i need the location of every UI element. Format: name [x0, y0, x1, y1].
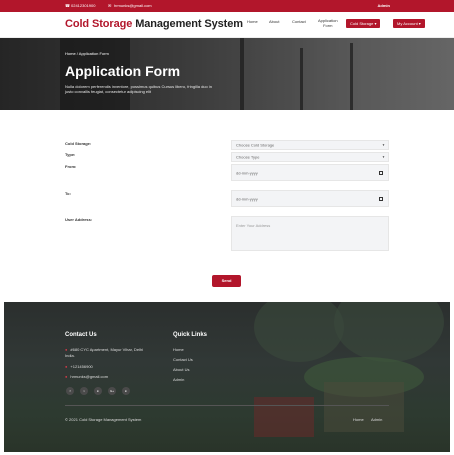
footer-bg-tractor	[254, 397, 314, 437]
nav-application-form[interactable]: Application Form	[318, 18, 338, 28]
hero-description: Nulla dolorem perferendis inventore, pos…	[65, 84, 212, 94]
top-email-text: hrmunks@gmail.com	[114, 3, 152, 8]
footer-bottom-home[interactable]: Home	[353, 417, 364, 422]
phone-icon: ☎	[65, 2, 70, 8]
mail-icon: ●	[65, 374, 68, 379]
user-address-placeholder: Enter Your Address	[236, 223, 271, 228]
top-email[interactable]: ✉ hrmunks@gmail.com	[108, 3, 152, 8]
footer-bg-tree	[254, 302, 344, 362]
footer-link-admin[interactable]: Admin	[173, 377, 184, 382]
twitter-icon[interactable]: t	[80, 387, 88, 395]
page-title: Application Form	[65, 63, 181, 79]
brand-part-2: Management System	[135, 18, 243, 30]
send-button[interactable]: Send	[212, 275, 241, 287]
brand-logo[interactable]: Cold Storage Management System	[65, 18, 243, 30]
hero-banner: Home / Application Form Application Form…	[0, 38, 454, 110]
calendar-icon[interactable]	[379, 170, 383, 175]
navbar: Cold Storage Management System Home Abou…	[0, 12, 454, 38]
footer-email[interactable]: ● hrmunks@gmail.com	[65, 374, 108, 379]
footer-address-line1: #680 CYC Apartment, Mayur Vihar, Delhi	[70, 347, 144, 352]
footer-address: ● #680 CYC Apartment, Mayur Vihar, Delhi	[65, 347, 143, 352]
from-date-input[interactable]: dd-mm-yyyy	[231, 164, 389, 181]
type-select[interactable]: Choose Type ▼	[231, 152, 389, 162]
type-label: Type:	[65, 152, 76, 157]
user-address-textarea[interactable]: Enter Your Address	[231, 216, 389, 251]
user-address-label: User Address:	[65, 217, 93, 222]
page: ☎ 02412301900 ✉ hrmunks@gmail.com Admin …	[0, 0, 454, 455]
footer-bottom-admin[interactable]: Admin	[371, 417, 382, 422]
mail-icon: ✉	[108, 2, 112, 8]
from-date-value: dd-mm-yyyy	[236, 170, 258, 175]
footer-link-contact[interactable]: Contact Us	[173, 357, 193, 362]
facebook-icon[interactable]: f	[66, 387, 74, 395]
cold-storage-label: Cold Storage:	[65, 141, 92, 146]
nav-about[interactable]: About	[269, 19, 279, 24]
nav-home[interactable]: Home	[247, 19, 258, 24]
breadcrumb: Home / Application Form	[65, 51, 109, 56]
top-phone-text: 02412301900	[71, 3, 96, 8]
my-account-dropdown-button[interactable]: My Account ▾	[393, 19, 425, 28]
cold-storage-select-value: Choose Cold Storage	[236, 142, 275, 148]
nav-application-line2: Form	[323, 23, 333, 28]
brand-part-1: Cold Storage	[65, 18, 133, 30]
type-select-value: Choose Type	[236, 154, 260, 160]
footer-contact-heading: Contact Us	[65, 332, 97, 338]
to-label: To:	[65, 191, 71, 196]
footer-address-line2: India.	[65, 353, 75, 358]
footer-link-home[interactable]: Home	[173, 347, 184, 352]
chevron-down-icon: ▼	[382, 143, 385, 147]
to-date-input[interactable]: dd-mm-yyyy	[231, 190, 389, 207]
top-bar: ☎ 02412301900 ✉ hrmunks@gmail.com Admin	[0, 0, 454, 12]
google-plus-icon[interactable]: G+	[108, 387, 116, 395]
location-icon: ●	[65, 347, 68, 352]
cold-storage-select[interactable]: Choose Cold Storage ▼	[231, 140, 389, 150]
to-date-value: dd-mm-yyyy	[236, 196, 258, 201]
linkedin-icon[interactable]: in	[122, 387, 130, 395]
top-admin-link[interactable]: Admin	[378, 3, 390, 8]
footer-link-about[interactable]: About Us	[173, 367, 189, 372]
nav-contact[interactable]: Contact	[292, 19, 306, 24]
footer-bg-tree	[334, 302, 444, 362]
footer-phone[interactable]: ● +121456900	[65, 364, 93, 369]
footer-quick-links-heading: Quick Links	[173, 332, 208, 338]
phone-icon: ●	[65, 364, 68, 369]
top-phone[interactable]: ☎ 02412301900	[65, 3, 95, 8]
from-label: From:	[65, 164, 77, 169]
footer-phone-text: +121456900	[70, 364, 93, 369]
copyright: © 2021 Cold Storage Management System	[65, 417, 142, 422]
instagram-icon[interactable]: in	[94, 387, 102, 395]
calendar-icon[interactable]	[379, 196, 383, 201]
chevron-down-icon: ▼	[382, 155, 385, 159]
footer-divider	[65, 405, 389, 406]
footer-bg-trailer	[324, 382, 404, 432]
footer-email-text: hrmunks@gmail.com	[70, 374, 109, 379]
cold-storage-dropdown-button[interactable]: Cold Storage ▾	[346, 19, 381, 28]
